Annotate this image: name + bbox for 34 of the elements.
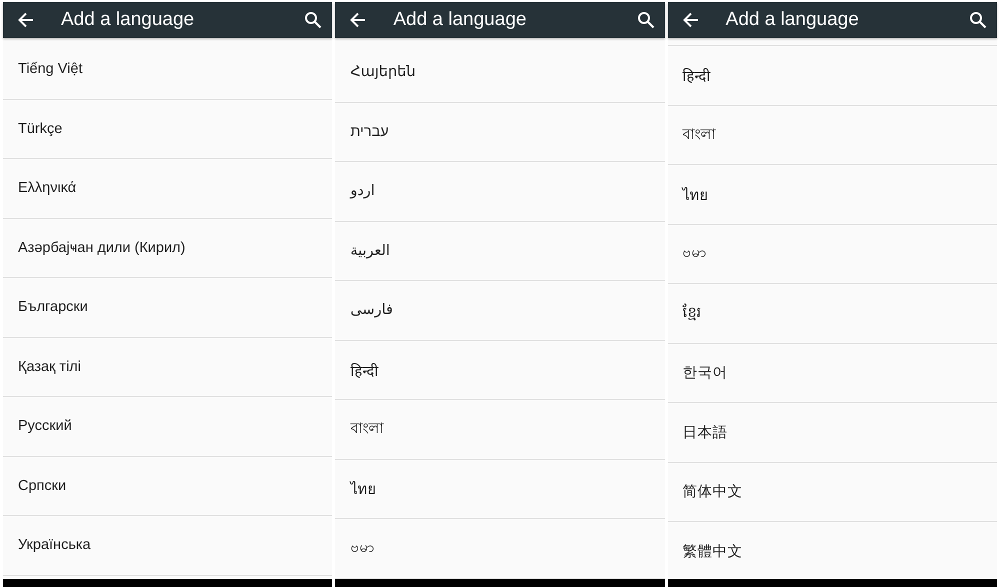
search-icon[interactable] (968, 11, 987, 29)
language-item[interactable]: ไทย (668, 165, 997, 224)
toolbar-title: Add a language (61, 9, 196, 31)
language-item[interactable]: বাংলা (335, 400, 665, 460)
language-item[interactable]: বাংলা (668, 106, 997, 165)
language-item[interactable]: 한국어 (668, 344, 997, 403)
language-item[interactable]: Қазақ тілі (3, 338, 332, 397)
language-item[interactable]: Српски (3, 456, 332, 516)
language-item[interactable]: हिन्दी (668, 46, 997, 106)
language-item[interactable]: Українська (3, 516, 332, 576)
language-item[interactable]: العربية (335, 222, 665, 281)
language-item[interactable]: فارسی (335, 281, 665, 340)
search-icon[interactable] (304, 11, 322, 29)
language-item[interactable]: Русский (3, 397, 332, 456)
back-icon[interactable] (682, 11, 700, 29)
search-icon[interactable] (636, 11, 655, 29)
language-item[interactable]: हिन्दी (335, 340, 665, 400)
language-item[interactable]: עברית (335, 102, 665, 162)
language-item[interactable]: Азәрбајҹан дили (Кирил) (3, 218, 332, 278)
language-item[interactable]: اردو (335, 162, 665, 222)
language-item[interactable]: Türkçe (3, 100, 332, 159)
language-item[interactable]: ไทย (335, 460, 665, 519)
language-item[interactable]: Български (3, 278, 332, 338)
language-item[interactable]: Tiếng Việt (3, 40, 332, 100)
language-item[interactable]: Հայերեն (335, 43, 665, 102)
language-item[interactable]: 简体中文 (668, 462, 997, 522)
language-item[interactable]: ខ្មែរ (668, 284, 997, 344)
toolbar-title: Add a language (726, 9, 860, 31)
language-item[interactable]: Ελληνικά (3, 159, 332, 218)
language-item[interactable]: ဗမာ (668, 224, 997, 284)
language-item[interactable]: 日本語 (668, 403, 997, 462)
back-icon[interactable] (349, 11, 368, 29)
back-icon[interactable] (17, 11, 35, 29)
toolbar-title: Add a language (393, 9, 528, 31)
